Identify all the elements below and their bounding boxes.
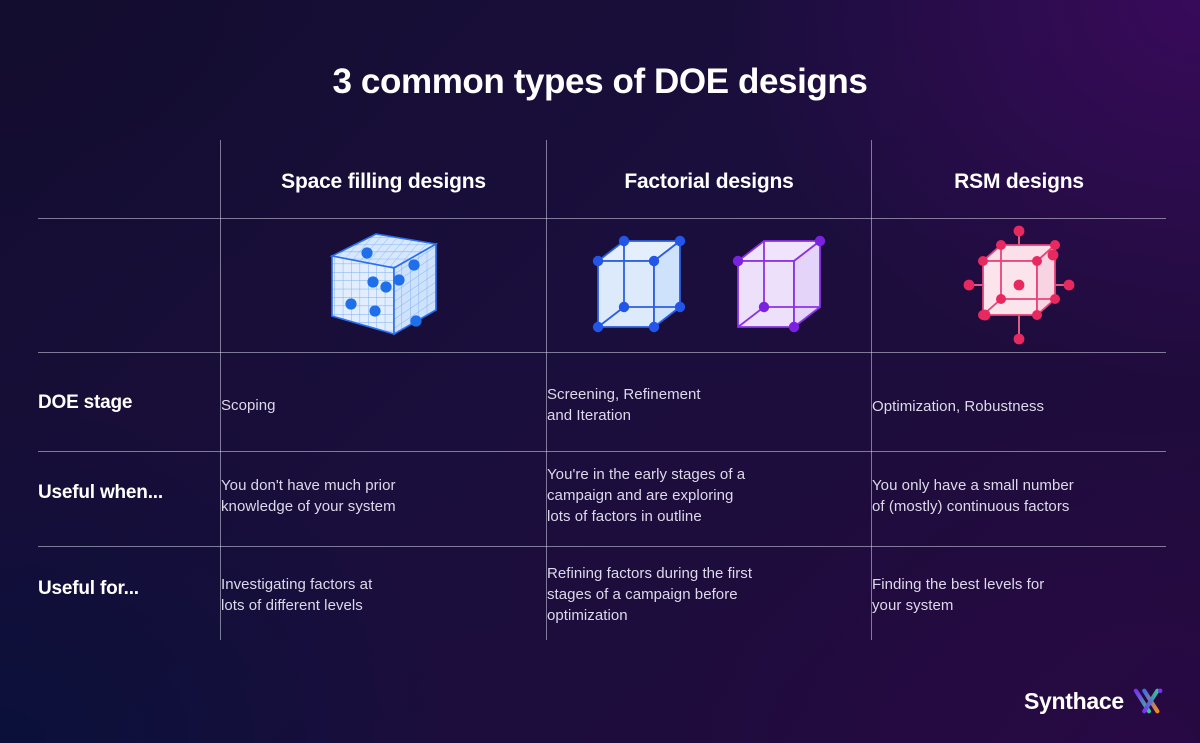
factorial-cube-blue (592, 235, 686, 333)
column-header-rsm: RSM designs (954, 170, 1084, 193)
cell-doe-stage-space-filling: Scoping (221, 397, 276, 414)
column-header-space-filling: Space filling designs (281, 170, 486, 193)
divider-horizontal-row2 (38, 546, 1166, 547)
synthace-logo: Synthace (1024, 687, 1163, 715)
rsm-central-composite-cube (963, 225, 1075, 345)
cell-useful-when-space-filling: You don't have much prior knowledge of y… (221, 477, 396, 515)
row-label-useful-for: Useful for... (38, 578, 139, 599)
page-title: 3 common types of DOE designs (332, 62, 868, 101)
divider-horizontal-row1 (38, 451, 1166, 452)
row-label-doe-stage: DOE stage (38, 392, 133, 413)
cell-useful-when-factorial: You're in the early stages of a campaign… (547, 466, 746, 525)
column-header-factorial: Factorial designs (624, 170, 794, 193)
cell-doe-stage-rsm: Optimization, Robustness (872, 398, 1045, 415)
comparison-table: Space filling designs Factorial designs … (38, 140, 1166, 642)
diagram-cell-factorial (547, 219, 871, 351)
divider-horizontal-diagrams (38, 352, 1166, 353)
diagram-cell-space-filling (221, 219, 546, 351)
cell-useful-for-space-filling: Investigating factors at lots of differe… (221, 576, 373, 614)
cell-doe-stage-factorial: Screening, Refinement and Iteration (547, 386, 701, 424)
cell-useful-when-rsm: You only have a small number of (mostly)… (872, 477, 1074, 515)
row-label-useful-when: Useful when... (38, 482, 163, 503)
diagram-cell-rsm (872, 219, 1166, 351)
space-filling-cube (329, 233, 438, 336)
factorial-cube-purple (732, 235, 826, 333)
logo-wordmark: Synthace (1024, 687, 1124, 714)
synthace-logo-mark (1133, 688, 1163, 714)
cell-useful-for-factorial: Refining factors during the first stages… (547, 565, 753, 624)
infographic-canvas: 3 common types of DOE designs Space fill… (0, 0, 1200, 743)
cell-useful-for-rsm: Finding the best levels for your system (872, 576, 1045, 614)
